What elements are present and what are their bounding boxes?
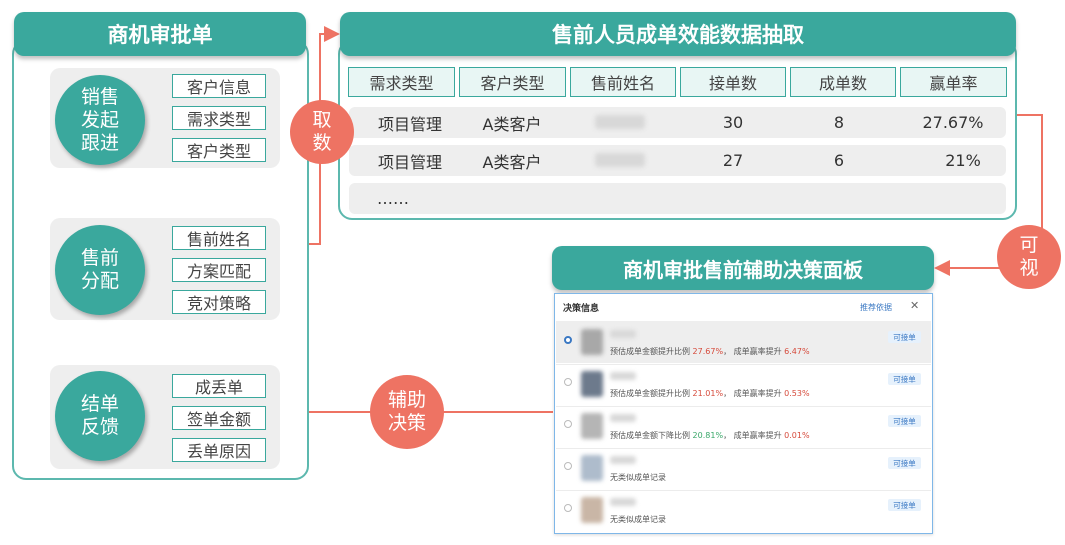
metric-prefix: 预估成单金额提升比例 <box>610 347 690 356</box>
avatar <box>581 497 603 523</box>
metric-mid: ， 成单赢率提升 <box>723 431 782 440</box>
metric-pct2: 0.53% <box>784 389 810 398</box>
radio-unselected[interactable] <box>564 462 572 470</box>
accept-badge[interactable]: 可接单 <box>888 415 921 427</box>
col-header-orders: 接单数 <box>680 67 786 97</box>
blurred-name <box>595 115 645 129</box>
blurred-name <box>595 153 645 167</box>
accept-badge[interactable]: 可接单 <box>888 457 921 469</box>
metric-pct: 21.01% <box>692 389 724 398</box>
ellipsis-text: …… <box>377 189 409 208</box>
tag-solution-match: 方案匹配 <box>172 258 266 282</box>
keshi-circle: 可 视 <box>997 225 1061 289</box>
radio-unselected[interactable] <box>564 504 572 512</box>
stage-circle-closing: 结单 反馈 <box>55 371 145 461</box>
radio-selected[interactable] <box>564 336 572 344</box>
stage-circle-sales: 销售 发起 跟进 <box>55 75 145 165</box>
table-cell: 27.67% <box>922 113 984 132</box>
table-cell: 项目管理 <box>377 152 442 172</box>
metric-pct2: 0.01% <box>784 431 810 440</box>
stage-circle-presales: 售前 分配 <box>55 225 145 315</box>
metric-mid: ， 成单赢率提升 <box>723 389 782 398</box>
metric-pct: 20.81% <box>692 431 724 440</box>
table-cell: 6 <box>833 151 845 170</box>
item-metric-text: 无类似成单记录 <box>610 515 666 524</box>
blurred-name <box>610 372 636 380</box>
blurred-name <box>610 498 636 506</box>
approval-form-title: 商机审批单 <box>14 12 306 56</box>
table-cell: 8 <box>833 113 845 132</box>
accept-badge[interactable]: 可接单 <box>888 331 921 343</box>
recommend-basis-link[interactable]: 推荐依据 <box>860 302 892 313</box>
table-cell: 30 <box>722 113 744 132</box>
table-cell: A类客户 <box>482 152 542 172</box>
tag-competitor-strategy: 竞对策略 <box>172 290 266 314</box>
decision-item[interactable] <box>556 406 931 448</box>
table-cell: 27 <box>722 151 744 170</box>
blurred-name <box>610 330 636 338</box>
metric-pct: 27.67% <box>692 347 724 356</box>
accept-badge[interactable]: 可接单 <box>888 373 921 385</box>
decision-item[interactable] <box>556 448 931 490</box>
tag-customer-info: 客户信息 <box>172 74 266 98</box>
col-header-won: 成单数 <box>790 67 896 97</box>
item-metric-text: 预估成单金额提升比例 27.67%， 成单赢率提升 6.47% <box>610 346 810 357</box>
col-header-demand-type: 需求类型 <box>348 67 455 97</box>
table-cell: A类客户 <box>482 114 542 134</box>
metric-prefix: 预估成单金额下降比例 <box>610 431 690 440</box>
blurred-name <box>610 414 636 422</box>
tag-won-lost: 成丢单 <box>172 374 266 398</box>
decision-item[interactable] <box>556 490 931 532</box>
decision-panel-title: 商机审批售前辅助决策面板 <box>552 246 934 290</box>
metric-prefix: 预估成单金额提升比例 <box>610 389 690 398</box>
item-metric-text: 预估成单金额下降比例 20.81%， 成单赢率提升 0.01% <box>610 430 810 441</box>
item-metric-text: 无类似成单记录 <box>610 473 666 482</box>
decision-item[interactable] <box>556 364 931 406</box>
fuzhu-circle: 辅助 决策 <box>370 375 444 449</box>
col-header-presales-name: 售前姓名 <box>570 67 676 97</box>
stage-circle-label: 结单 反馈 <box>80 393 119 438</box>
metric-pct2: 6.47% <box>784 347 810 356</box>
avatar <box>581 329 603 355</box>
tag-demand-type: 需求类型 <box>172 106 266 130</box>
fuzhu-label: 辅助 决策 <box>387 389 426 434</box>
metric-mid: ， 成单赢率提升 <box>723 347 782 356</box>
tag-presales-name: 售前姓名 <box>172 226 266 250</box>
accept-badge[interactable]: 可接单 <box>888 499 921 511</box>
close-icon[interactable]: ✕ <box>910 299 919 312</box>
col-header-customer-type: 客户类型 <box>459 67 566 97</box>
table-row-ellipsis <box>349 183 1006 214</box>
decision-window-title: 决策信息 <box>563 304 600 314</box>
qushu-label: 取 数 <box>312 109 332 154</box>
radio-unselected[interactable] <box>564 420 572 428</box>
col-header-win-rate: 赢单率 <box>900 67 1007 97</box>
data-extraction-title: 售前人员成单效能数据抽取 <box>340 12 1016 56</box>
tag-contract-amount: 签单金额 <box>172 406 266 430</box>
avatar <box>581 413 603 439</box>
tag-lost-reason: 丢单原因 <box>172 438 266 462</box>
item-metric-text: 预估成单金额提升比例 21.01%， 成单赢率提升 0.53% <box>610 388 810 399</box>
avatar <box>581 371 603 397</box>
tag-customer-type: 客户类型 <box>172 138 266 162</box>
stage-circle-label: 销售 发起 跟进 <box>80 85 119 154</box>
radio-unselected[interactable] <box>564 378 572 386</box>
table-cell: 项目管理 <box>377 114 442 134</box>
avatar <box>581 455 603 481</box>
keshi-label: 可 视 <box>1019 234 1039 279</box>
table-cell: 21% <box>945 151 981 170</box>
qushu-circle: 取 数 <box>290 100 354 164</box>
blurred-name <box>610 456 636 464</box>
stage-circle-label: 售前 分配 <box>80 247 119 292</box>
